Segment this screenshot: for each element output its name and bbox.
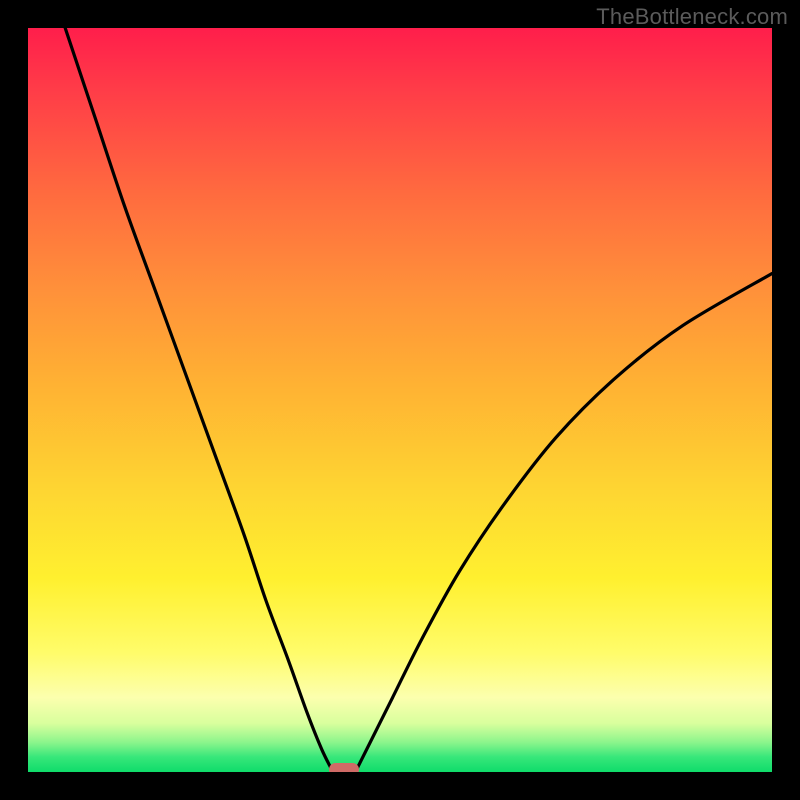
curve-right-branch [355, 274, 772, 772]
optimum-marker [329, 763, 359, 772]
plot-area [28, 28, 772, 772]
curve-left-branch [65, 28, 333, 772]
chart-frame: TheBottleneck.com [0, 0, 800, 800]
attribution-text: TheBottleneck.com [596, 4, 788, 30]
bottleneck-curve [28, 28, 772, 772]
